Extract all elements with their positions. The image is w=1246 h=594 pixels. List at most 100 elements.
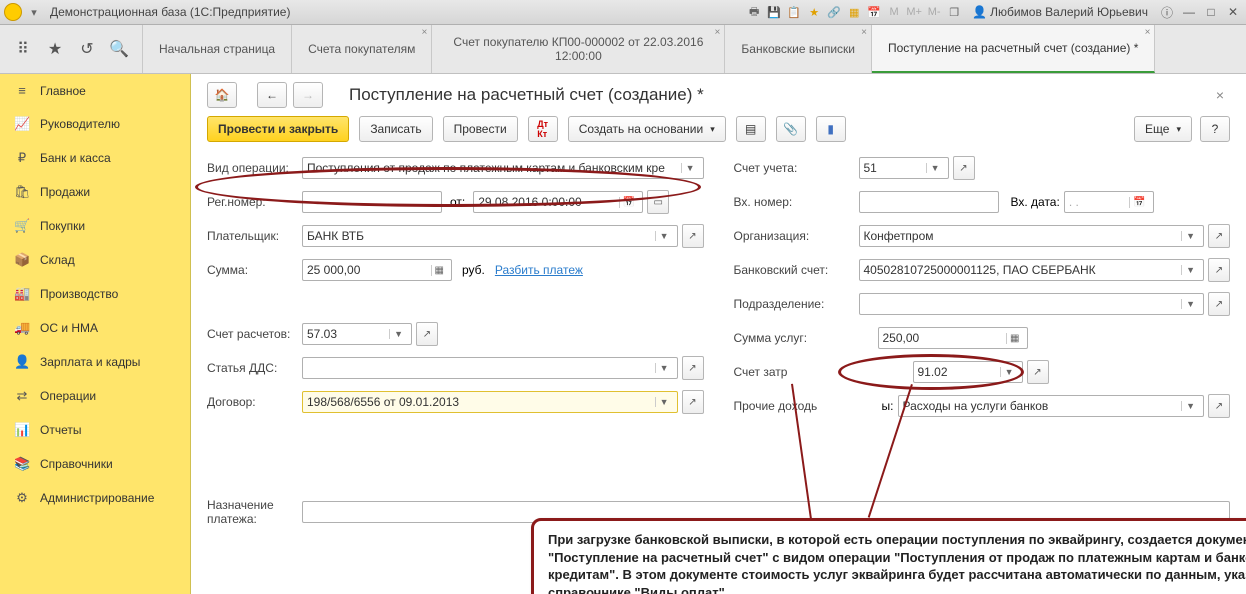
- bag-icon: 🛍: [14, 184, 30, 200]
- contract-select[interactable]: 198/568/6556 от 09.01.2013 ▼: [302, 391, 678, 413]
- forward-button[interactable]: →: [293, 82, 323, 108]
- contract-label: Договор:: [207, 395, 302, 409]
- dept-select[interactable]: ▼: [859, 293, 1205, 315]
- org-label: Организация:: [734, 229, 859, 243]
- tab-close-icon[interactable]: ×: [422, 27, 428, 38]
- sidebar-item-warehouse[interactable]: 📦Склад: [0, 243, 190, 277]
- more-button[interactable]: Еще▾: [1134, 116, 1192, 142]
- sidebar-item-operations[interactable]: ⇄Операции: [0, 379, 190, 413]
- open-contract-button[interactable]: ↗: [682, 390, 704, 414]
- sum-input[interactable]: 25 000,00 ▦: [302, 259, 452, 281]
- create-based-button[interactable]: Создать на основании▾: [568, 116, 726, 142]
- sidebar-item-bank[interactable]: ₽Банк и касса: [0, 141, 190, 175]
- reg-date-input[interactable]: 29.08.2016 0:00:00 📅: [473, 191, 643, 213]
- chart-icon: 📈: [14, 116, 30, 132]
- open-doc-button[interactable]: ▭: [647, 190, 669, 214]
- svc-sum-input[interactable]: 250,00 ▦: [878, 327, 1028, 349]
- tab-invoice-detail[interactable]: Счет покупателю КП00-000002 от 22.03.201…: [432, 25, 725, 73]
- settle-select[interactable]: 57.03 ▼: [302, 323, 412, 345]
- tab-close-icon[interactable]: ×: [715, 27, 721, 38]
- user-label[interactable]: 👤 Любимов Валерий Юрьевич: [966, 5, 1154, 19]
- m-plus-icon[interactable]: M+: [906, 4, 922, 20]
- open-dept-button[interactable]: ↗: [1208, 292, 1230, 316]
- split-payment-link[interactable]: Разбить платеж: [495, 263, 583, 277]
- open-org-button[interactable]: ↗: [1208, 224, 1230, 248]
- minimize-button[interactable]: —: [1180, 4, 1198, 20]
- windows-icon[interactable]: ❐: [946, 4, 962, 20]
- form-button[interactable]: ▤: [736, 116, 766, 142]
- sidebar-item-reports[interactable]: 📊Отчеты: [0, 413, 190, 447]
- close-button[interactable]: ✕: [1224, 4, 1242, 20]
- post-close-button[interactable]: Провести и закрыть: [207, 116, 349, 142]
- open-payer-button[interactable]: ↗: [682, 224, 704, 248]
- calc-icon[interactable]: ▦: [846, 4, 862, 20]
- report-button[interactable]: ▮: [816, 116, 846, 142]
- op-type-select[interactable]: Поступления от продаж по платежным карта…: [302, 157, 704, 179]
- payer-select[interactable]: БАНК ВТБ ▼: [302, 225, 678, 247]
- other-inc-suffix: ы:: [834, 399, 898, 413]
- open-cost-acc-button[interactable]: ↗: [1027, 360, 1049, 384]
- tab-bank-statements[interactable]: Банковские выписки ×: [725, 25, 872, 73]
- favorites-icon[interactable]: ★: [46, 40, 64, 58]
- cost-acc-select[interactable]: 91.02 ▼: [913, 361, 1023, 383]
- back-button[interactable]: ←: [257, 82, 287, 108]
- purpose-label: Назначение платежа:: [207, 498, 302, 526]
- open-settle-button[interactable]: ↗: [416, 322, 438, 346]
- truck-icon: 🚚: [14, 320, 30, 336]
- post-button[interactable]: Провести: [443, 116, 518, 142]
- in-num-input[interactable]: [859, 191, 999, 213]
- in-date-input[interactable]: . . 📅: [1064, 191, 1154, 213]
- sidebar-item-production[interactable]: 🏭Производство: [0, 277, 190, 311]
- open-bank-acc-button[interactable]: ↗: [1208, 258, 1230, 282]
- reg-label: Рег.номер:: [207, 195, 302, 209]
- org-select[interactable]: Конфетпром ▼: [859, 225, 1205, 247]
- account-label: Счет учета:: [734, 161, 859, 175]
- star-icon[interactable]: ★: [806, 4, 822, 20]
- open-dds-button[interactable]: ↗: [682, 356, 704, 380]
- apps-icon[interactable]: ⠿: [14, 40, 32, 58]
- tab-close-icon[interactable]: ×: [1145, 27, 1151, 38]
- account-select[interactable]: 51 ▼: [859, 157, 949, 179]
- sidebar-item-manager[interactable]: 📈Руководителю: [0, 107, 190, 141]
- sidebar-item-sales[interactable]: 🛍Продажи: [0, 175, 190, 209]
- dds-select[interactable]: ▼: [302, 357, 678, 379]
- other-inc-label: Прочие доходь: [734, 399, 834, 413]
- tab-start[interactable]: Начальная страница: [143, 25, 292, 73]
- sidebar-item-admin[interactable]: ⚙Администрирование: [0, 481, 190, 515]
- close-page-button[interactable]: ×: [1210, 85, 1230, 105]
- dropdown-icon[interactable]: ▾: [26, 4, 42, 20]
- tab-receipt-create[interactable]: Поступление на расчетный счет (создание)…: [872, 25, 1155, 73]
- sidebar-item-assets[interactable]: 🚚ОС и НМА: [0, 311, 190, 345]
- reg-number-input[interactable]: [302, 191, 442, 213]
- home-button[interactable]: 🏠: [207, 82, 237, 108]
- settle-label: Счет расчетов:: [207, 327, 302, 341]
- dtct-button[interactable]: ДтКт: [528, 116, 558, 142]
- sidebar-item-purchases[interactable]: 🛒Покупки: [0, 209, 190, 243]
- print-icon[interactable]: 🖶: [746, 4, 762, 20]
- calendar-icon[interactable]: 📅: [866, 4, 882, 20]
- search-icon[interactable]: 🔍: [110, 40, 128, 58]
- bank-acc-select[interactable]: 40502810725000001125, ПАО СБЕРБАНК ▼: [859, 259, 1205, 281]
- save-button[interactable]: Записать: [359, 116, 432, 142]
- link-icon[interactable]: 🔗: [826, 4, 842, 20]
- sidebar-item-main[interactable]: ≡Главное: [0, 74, 190, 107]
- help-button[interactable]: ⓘ: [1158, 4, 1176, 20]
- tab-invoices[interactable]: Счета покупателям ×: [292, 25, 432, 73]
- maximize-button[interactable]: □: [1202, 4, 1220, 20]
- copy-icon[interactable]: 📋: [786, 4, 802, 20]
- m-minus-icon[interactable]: M-: [926, 4, 942, 20]
- m-icon[interactable]: M: [886, 4, 902, 20]
- open-account-button[interactable]: ↗: [953, 156, 975, 180]
- other-inc-select[interactable]: Расходы на услуги банков ▼: [898, 395, 1205, 417]
- sidebar-item-hr[interactable]: 👤Зарплата и кадры: [0, 345, 190, 379]
- save-icon[interactable]: 💾: [766, 4, 782, 20]
- attach-button[interactable]: 📎: [776, 116, 806, 142]
- op-type-label: Вид операции:: [207, 161, 302, 175]
- gear-icon: ⚙: [14, 490, 30, 506]
- help-button[interactable]: ?: [1200, 116, 1230, 142]
- open-other-inc-button[interactable]: ↗: [1208, 394, 1230, 418]
- bank-acc-label: Банковский счет:: [734, 263, 859, 277]
- history-icon[interactable]: ↺: [78, 40, 96, 58]
- tab-close-icon[interactable]: ×: [861, 27, 867, 38]
- sidebar-item-catalogs[interactable]: 📚Справочники: [0, 447, 190, 481]
